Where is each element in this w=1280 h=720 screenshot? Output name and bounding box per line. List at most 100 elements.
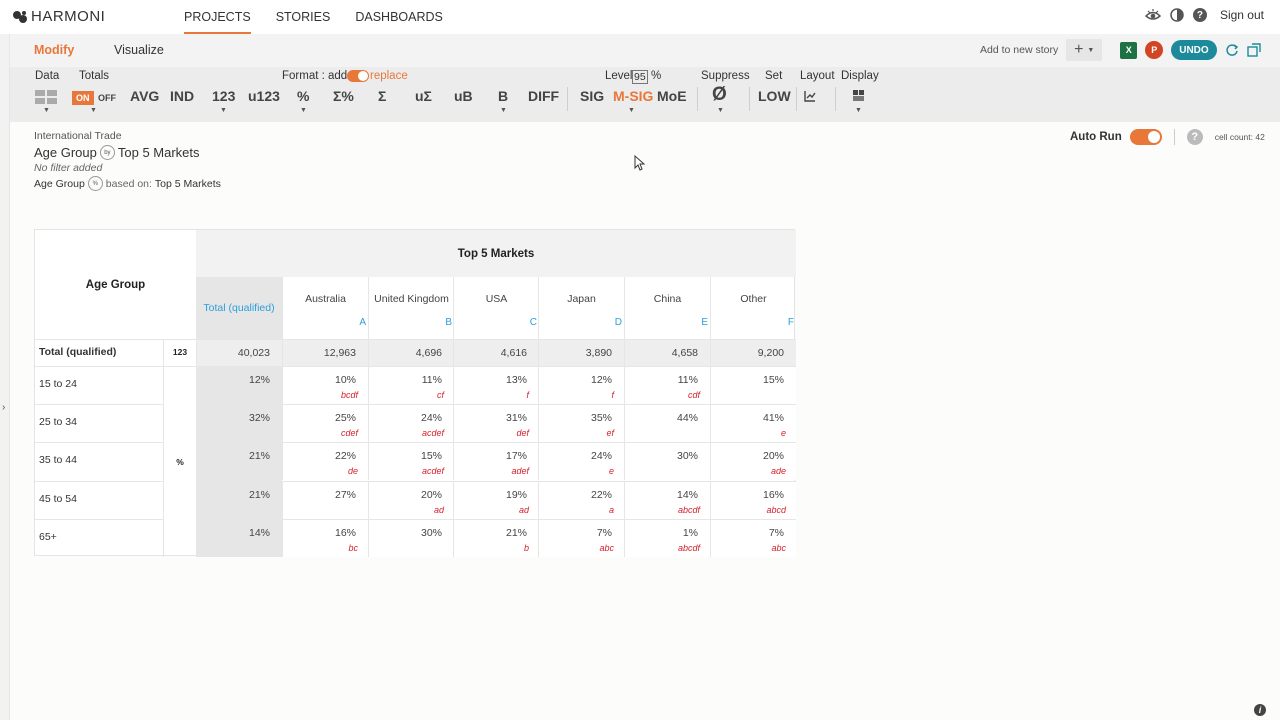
suppress-caret-icon[interactable]: ▼ — [717, 107, 724, 114]
row-label[interactable]: 25 to 34 — [35, 404, 163, 442]
totals-off-button[interactable]: OFF — [98, 93, 116, 103]
column-header-cell[interactable]: China E — [624, 277, 710, 339]
count-caret-icon[interactable]: ▼ — [220, 107, 227, 114]
count-button[interactable]: 123 — [212, 88, 235, 104]
table-cell[interactable]: 17% adef — [453, 442, 539, 480]
add-story-button[interactable]: + ▼ — [1066, 39, 1103, 61]
table-cell[interactable]: 7% abc — [710, 519, 796, 557]
diff-button[interactable]: DIFF — [528, 88, 559, 104]
row-label[interactable]: 15 to 24 — [35, 366, 163, 404]
msig-button[interactable]: M-SIG — [613, 88, 653, 104]
table-cell[interactable]: 4,658 — [624, 339, 710, 366]
moe-button[interactable]: MoE — [657, 88, 687, 104]
table-cell[interactable]: 44% — [624, 404, 710, 442]
chevron-right-icon[interactable]: › — [2, 402, 5, 413]
table-cell[interactable]: 21% b — [453, 519, 539, 557]
format-toggle[interactable] — [347, 70, 369, 82]
table-cell[interactable]: 20% ade — [710, 442, 796, 480]
auto-run-toggle[interactable] — [1129, 129, 1162, 145]
refresh-icon[interactable] — [1225, 43, 1239, 57]
tab-visualize[interactable]: Visualize — [114, 43, 164, 57]
display-icon[interactable] — [853, 90, 864, 101]
eye-icon[interactable] — [1144, 8, 1161, 22]
table-cell[interactable]: 22% de — [282, 442, 368, 480]
total-cell[interactable]: 40,023 — [196, 339, 282, 366]
expand-icon[interactable] — [1246, 43, 1261, 57]
unweighted-base-button[interactable]: uB — [454, 88, 473, 104]
row-header[interactable]: Age Group — [35, 230, 196, 339]
table-cell[interactable]: 22% a — [538, 481, 624, 519]
help-icon[interactable]: ? — [1186, 129, 1203, 145]
percent-caret-icon[interactable]: ▼ — [300, 107, 307, 114]
table-cell[interactable]: 16% abcd — [710, 481, 796, 519]
display-caret-icon[interactable]: ▼ — [855, 107, 862, 114]
table-cell[interactable]: 31% def — [453, 404, 539, 442]
base-button[interactable]: B — [498, 88, 508, 104]
table-cell[interactable]: 1% abcdf — [624, 519, 710, 557]
row-variable[interactable]: Age Group — [34, 145, 97, 160]
table-cell[interactable]: 24% e — [538, 442, 624, 480]
total-cell[interactable]: 21% — [196, 442, 282, 480]
powerpoint-export-icon[interactable]: P — [1145, 41, 1164, 59]
data-caret-icon[interactable]: ▼ — [43, 107, 50, 114]
column-header-cell[interactable]: Australia A — [282, 277, 368, 339]
column-variable[interactable]: Top 5 Markets — [118, 145, 200, 160]
help-icon[interactable]: ? — [1192, 8, 1207, 22]
excel-export-icon[interactable]: X — [1120, 41, 1138, 59]
totals-caret-icon[interactable]: ▼ — [90, 107, 97, 114]
unweighted-sum-button[interactable]: uΣ — [415, 88, 432, 104]
column-header-cell[interactable]: United Kingdom B — [368, 277, 454, 339]
sig-button[interactable]: SIG — [580, 88, 604, 104]
table-cell[interactable]: 4,696 — [368, 339, 454, 366]
undo-button[interactable]: UNDO — [1171, 40, 1217, 60]
column-header-cell[interactable]: USA C — [453, 277, 539, 339]
info-icon[interactable]: i — [1254, 704, 1266, 716]
table-cell[interactable]: 35% ef — [538, 404, 624, 442]
total-cell[interactable]: 14% — [196, 519, 282, 557]
table-cell[interactable]: 30% — [368, 519, 454, 557]
table-cell[interactable]: 20% ad — [368, 481, 454, 519]
level-input[interactable]: 95 — [632, 70, 648, 84]
nav-projects[interactable]: PROJECTS — [184, 0, 251, 34]
column-header-cell[interactable]: Other F — [710, 277, 796, 339]
unweighted-count-button[interactable]: u123 — [248, 88, 280, 104]
table-cell[interactable]: 30% — [624, 442, 710, 480]
ind-button[interactable]: IND — [170, 88, 194, 104]
table-cell[interactable]: 15% — [710, 366, 796, 404]
left-collapse-strip[interactable]: › — [0, 34, 10, 720]
row-label[interactable]: 45 to 54 — [35, 481, 163, 519]
table-cell[interactable]: 16% bc — [282, 519, 368, 557]
table-cell[interactable]: 24% acdef — [368, 404, 454, 442]
table-cell[interactable]: 14% abcdf — [624, 481, 710, 519]
row-label[interactable]: 65+ — [35, 519, 163, 557]
table-cell[interactable]: 12,963 — [282, 339, 368, 366]
table-cell[interactable]: 10% bcdf — [282, 366, 368, 404]
sum-button[interactable]: Σ — [378, 88, 386, 104]
base-caret-icon[interactable]: ▼ — [500, 107, 507, 114]
chart-layout-icon[interactable] — [804, 90, 816, 102]
table-cell[interactable]: 19% ad — [453, 481, 539, 519]
sum-percent-button[interactable]: Σ% — [333, 88, 354, 104]
table-cell[interactable]: 11% cf — [368, 366, 454, 404]
total-cell[interactable]: 12% — [196, 366, 282, 404]
nav-stories[interactable]: STORIES — [276, 0, 331, 34]
msig-caret-icon[interactable]: ▼ — [628, 107, 635, 114]
table-cell[interactable]: 41% e — [710, 404, 796, 442]
totals-on-button[interactable]: ON — [72, 91, 94, 105]
table-cell[interactable]: 11% cdf — [624, 366, 710, 404]
filter-status[interactable]: No filter added — [34, 162, 102, 174]
harmoni-logo[interactable]: HARMONI — [12, 8, 105, 25]
table-cell[interactable]: 27% — [282, 481, 368, 519]
row-label[interactable]: 35 to 44 — [35, 442, 163, 480]
total-cell[interactable]: 21% — [196, 481, 282, 519]
sign-out-link[interactable]: Sign out — [1220, 8, 1264, 22]
table-cell[interactable]: 7% abc — [538, 519, 624, 557]
table-cell[interactable]: 15% acdef — [368, 442, 454, 480]
total-qualified-header[interactable]: Total (qualified) — [196, 277, 282, 339]
data-grid-icon[interactable] — [35, 90, 58, 104]
total-cell[interactable]: 32% — [196, 404, 282, 442]
percent-button[interactable]: % — [297, 88, 309, 104]
tab-modify[interactable]: Modify — [34, 43, 74, 57]
table-cell[interactable]: 12% f — [538, 366, 624, 404]
table-cell[interactable]: 13% f — [453, 366, 539, 404]
